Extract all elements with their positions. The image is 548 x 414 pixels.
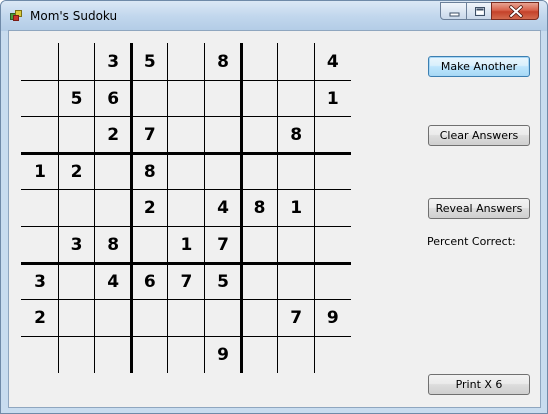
make-another-button[interactable]: Make Another	[428, 56, 530, 77]
sudoku-cell[interactable]: 4	[315, 44, 351, 80]
title-bar[interactable]: Mom's Sudoku	[1, 1, 547, 31]
sudoku-cell[interactable]	[315, 190, 351, 226]
sudoku-cell[interactable]	[59, 117, 95, 153]
sudoku-cell[interactable]: 2	[22, 300, 58, 336]
sudoku-cell[interactable]	[242, 154, 278, 190]
sudoku-cell[interactable]: 8	[205, 44, 241, 80]
sudoku-cell[interactable]	[168, 44, 204, 80]
clear-answers-button[interactable]: Clear Answers	[428, 125, 530, 146]
sudoku-cell[interactable]	[278, 81, 314, 117]
sudoku-cell[interactable]	[242, 227, 278, 263]
sudoku-cell[interactable]: 3	[95, 44, 131, 80]
sudoku-cell[interactable]: 9	[315, 300, 351, 336]
sudoku-cell[interactable]: 4	[205, 190, 241, 226]
sudoku-cell[interactable]	[22, 227, 58, 263]
sudoku-cell[interactable]	[59, 337, 95, 373]
sudoku-cell[interactable]	[278, 337, 314, 373]
sudoku-cell[interactable]	[242, 264, 278, 300]
sudoku-cell[interactable]: 1	[315, 81, 351, 117]
sudoku-cell[interactable]: 7	[168, 264, 204, 300]
sudoku-cell[interactable]: 2	[132, 190, 168, 226]
sudoku-cell[interactable]: 2	[95, 117, 131, 153]
sudoku-cell[interactable]	[59, 190, 95, 226]
sudoku-cell[interactable]	[59, 300, 95, 336]
window-title: Mom's Sudoku	[30, 9, 118, 23]
sudoku-cell[interactable]	[242, 300, 278, 336]
sudoku-cell[interactable]	[205, 154, 241, 190]
maximize-icon	[475, 7, 485, 16]
sudoku-cell[interactable]	[132, 300, 168, 336]
maximize-button[interactable]	[466, 2, 492, 20]
sudoku-cell[interactable]	[205, 300, 241, 336]
sudoku-cell[interactable]: 1	[278, 190, 314, 226]
sudoku-cell[interactable]: 9	[205, 337, 241, 373]
sudoku-cell[interactable]	[168, 81, 204, 117]
app-window: Mom's Sudoku 3 5 8 4 5 6 1 2 7 8 1 2 8 2…	[0, 0, 548, 414]
sudoku-cell[interactable]: 7	[205, 227, 241, 263]
sudoku-cell[interactable]	[168, 154, 204, 190]
sudoku-cell[interactable]: 7	[132, 117, 168, 153]
sudoku-cell[interactable]	[132, 227, 168, 263]
sudoku-cell[interactable]	[315, 264, 351, 300]
sudoku-cell[interactable]	[278, 227, 314, 263]
sudoku-cell[interactable]	[315, 117, 351, 153]
sudoku-cell[interactable]	[278, 44, 314, 80]
sudoku-cell[interactable]: 3	[22, 264, 58, 300]
reveal-answers-button[interactable]: Reveal Answers	[428, 198, 530, 219]
sudoku-cell[interactable]	[278, 154, 314, 190]
sudoku-cell[interactable]	[315, 227, 351, 263]
window-controls	[440, 2, 543, 21]
sudoku-cell[interactable]: 8	[95, 227, 131, 263]
sudoku-cell[interactable]	[22, 44, 58, 80]
sudoku-cell[interactable]	[22, 81, 58, 117]
sudoku-cell[interactable]: 8	[132, 154, 168, 190]
sudoku-cell[interactable]	[205, 81, 241, 117]
sudoku-cell[interactable]	[95, 154, 131, 190]
sudoku-cell[interactable]	[315, 154, 351, 190]
sudoku-cell[interactable]	[315, 337, 351, 373]
sudoku-cell[interactable]: 3	[59, 227, 95, 263]
sudoku-cell[interactable]	[95, 190, 131, 226]
sudoku-cell[interactable]: 4	[95, 264, 131, 300]
sudoku-cell[interactable]: 8	[278, 117, 314, 153]
sudoku-cell[interactable]	[205, 117, 241, 153]
sudoku-cell[interactable]: 1	[168, 227, 204, 263]
sudoku-cell[interactable]	[242, 337, 278, 373]
sudoku-cell[interactable]: 6	[132, 264, 168, 300]
sudoku-cell[interactable]	[242, 117, 278, 153]
close-button[interactable]	[491, 2, 539, 20]
minimize-icon	[449, 12, 460, 17]
sudoku-cell[interactable]	[22, 117, 58, 153]
sudoku-cell[interactable]: 2	[59, 154, 95, 190]
sudoku-cell[interactable]: 7	[278, 300, 314, 336]
sudoku-cell[interactable]	[168, 337, 204, 373]
sudoku-cell[interactable]	[22, 337, 58, 373]
percent-correct-label: Percent Correct:	[427, 235, 516, 248]
sudoku-cell[interactable]	[242, 44, 278, 80]
sudoku-cell[interactable]	[278, 264, 314, 300]
sudoku-cell[interactable]: 5	[205, 264, 241, 300]
sudoku-cell[interactable]: 8	[242, 190, 278, 226]
sudoku-cell[interactable]	[22, 190, 58, 226]
print-button[interactable]: Print X 6	[428, 374, 530, 395]
sudoku-cell[interactable]	[132, 81, 168, 117]
sudoku-cell[interactable]	[132, 337, 168, 373]
sudoku-cell[interactable]: 5	[132, 44, 168, 80]
sudoku-cell[interactable]: 6	[95, 81, 131, 117]
sudoku-cell[interactable]	[168, 300, 204, 336]
sudoku-cell[interactable]	[168, 117, 204, 153]
sudoku-cell[interactable]	[168, 190, 204, 226]
sudoku-cell[interactable]: 1	[22, 154, 58, 190]
sudoku-cell[interactable]	[59, 44, 95, 80]
sudoku-cell[interactable]: 5	[59, 81, 95, 117]
close-icon	[509, 5, 523, 18]
sudoku-cell[interactable]	[59, 264, 95, 300]
sudoku-cell[interactable]	[95, 300, 131, 336]
minimize-button[interactable]	[440, 2, 467, 20]
sudoku-cell[interactable]	[242, 81, 278, 117]
app-icon[interactable]	[10, 10, 23, 22]
sudoku-cell[interactable]	[95, 337, 131, 373]
